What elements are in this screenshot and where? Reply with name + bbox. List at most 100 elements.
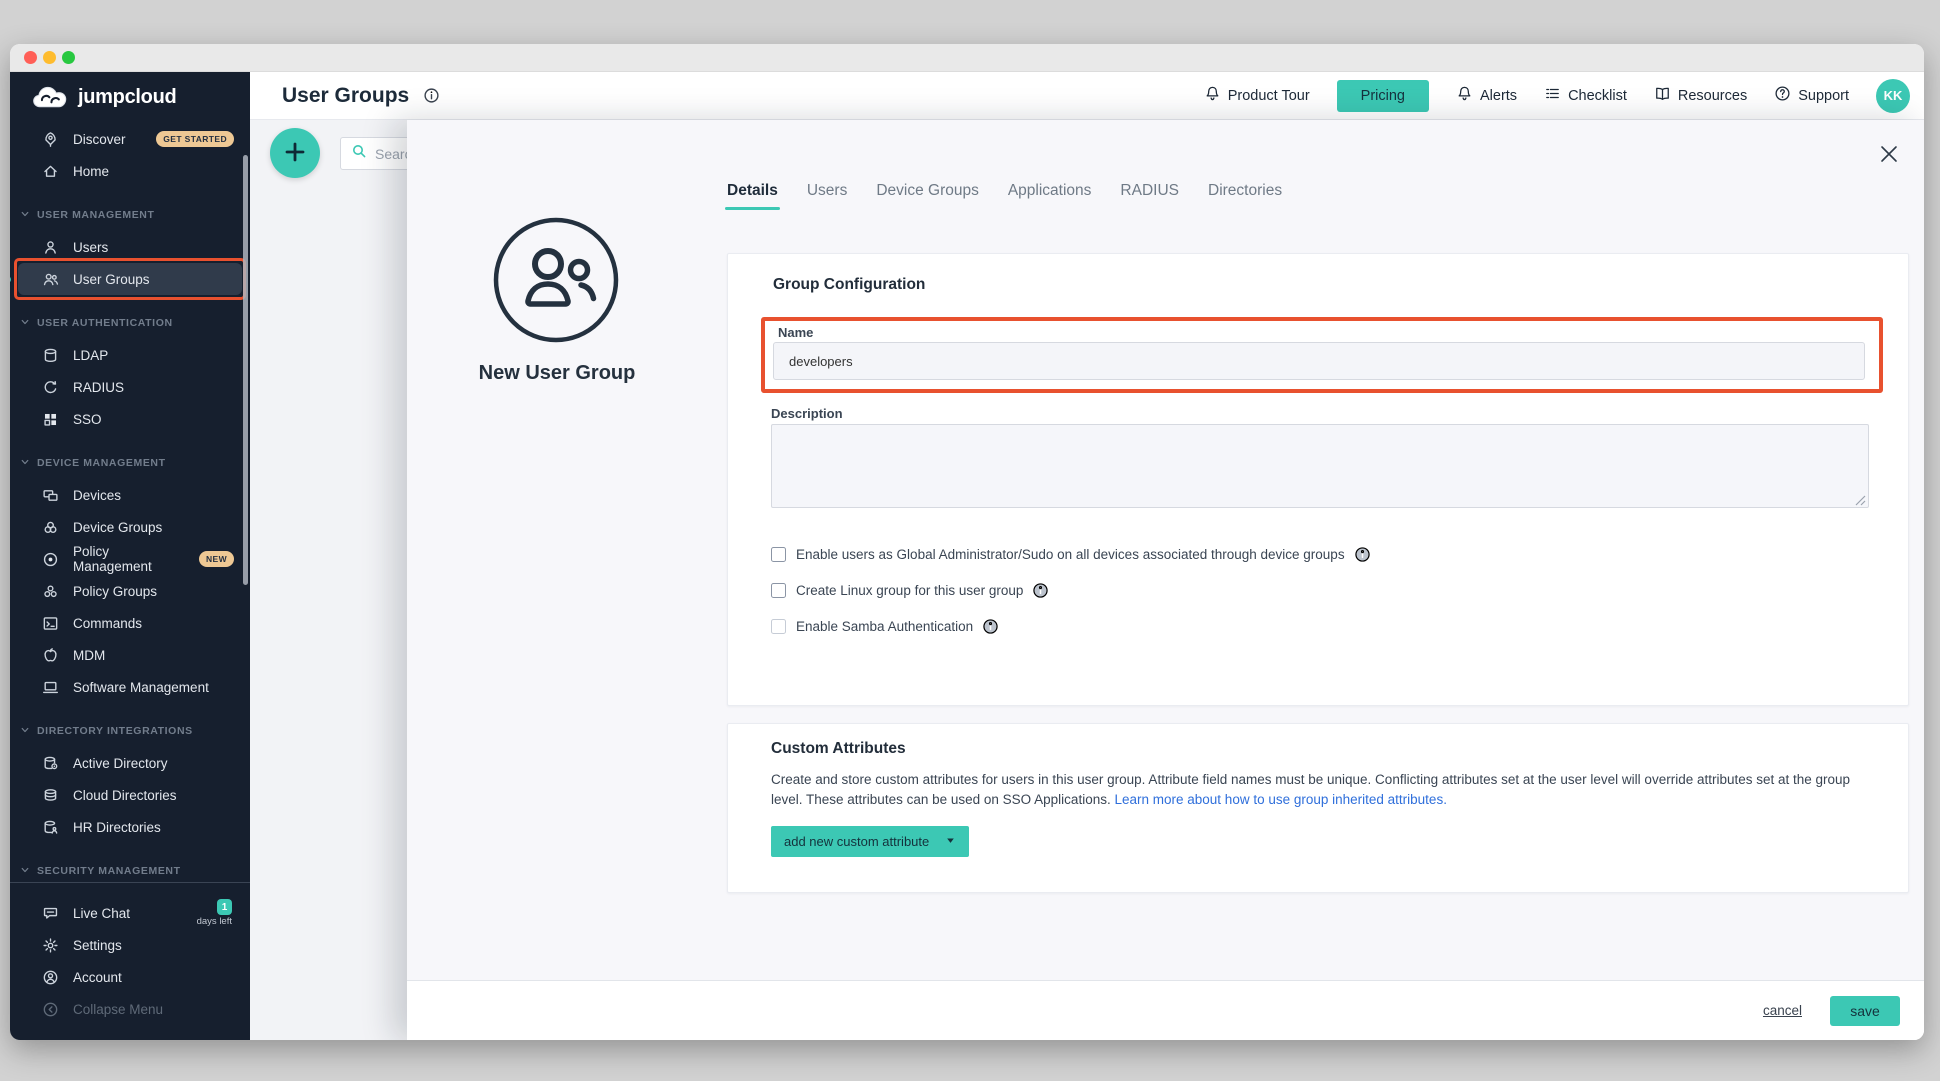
sso-icon — [42, 411, 59, 428]
close-x-glyph — [1878, 153, 1900, 168]
sidebar-item-label: Active Directory — [73, 756, 168, 771]
sidebar-item-device-groups[interactable]: Device Groups — [18, 511, 242, 543]
info-icon[interactable] — [1033, 583, 1048, 598]
window-close-button[interactable] — [24, 51, 37, 64]
chevron-down-icon — [945, 834, 956, 849]
header-action-label: Product Tour — [1228, 88, 1310, 104]
sidebar-item-mdm[interactable]: MDM — [18, 639, 242, 671]
checkbox-enable-users-as-global-administrator-sud[interactable] — [771, 547, 786, 562]
tab-details[interactable]: Details — [727, 182, 778, 210]
avatar[interactable]: KK — [1876, 79, 1910, 113]
sidebar-section-security-management[interactable]: SECURITY MANAGEMENT — [10, 855, 250, 882]
tab-users[interactable]: Users — [807, 182, 847, 210]
header-action-product-tour[interactable]: Product Tour — [1204, 85, 1310, 106]
page-info-icon[interactable] — [423, 87, 440, 104]
sidebar-item-label: HR Directories — [73, 820, 161, 835]
group-name-input[interactable] — [773, 342, 1865, 380]
sidebar-item-label: User Groups — [73, 272, 150, 287]
sidebar-item-label: Policy Management — [73, 544, 185, 574]
info-icon[interactable] — [1355, 547, 1370, 562]
checklist-icon — [1544, 85, 1561, 106]
users-icon — [42, 239, 59, 256]
support-icon — [1774, 85, 1791, 106]
days-left-caption: days left — [197, 916, 232, 927]
sidebar-section-label: DIRECTORY INTEGRATIONS — [37, 725, 193, 737]
sidebar-item-settings[interactable]: Settings — [18, 929, 242, 961]
learn-more-link[interactable]: Learn more about how to use group inheri… — [1114, 792, 1446, 807]
days-left-count-badge: 1 — [217, 899, 232, 915]
tab-applications[interactable]: Applications — [1008, 182, 1092, 210]
sidebar-item-account[interactable]: Account — [18, 961, 242, 993]
description-label: Description — [771, 406, 843, 421]
sidebar-item-label: Device Groups — [73, 520, 162, 535]
sidebar-section-user-authentication[interactable]: USER AUTHENTICATION — [10, 307, 250, 339]
badge-new: NEW — [199, 551, 234, 567]
custom-attributes-heading: Custom Attributes — [771, 740, 906, 758]
sidebar-scrollbar[interactable] — [243, 155, 248, 585]
sidebar-item-home[interactable]: Home — [18, 155, 242, 187]
sidebar-item-users[interactable]: Users — [18, 231, 242, 263]
sidebar-item-policy-groups[interactable]: Policy Groups — [18, 575, 242, 607]
group-description-textarea[interactable] — [771, 424, 1869, 508]
devices-icon — [42, 487, 59, 504]
settings-icon — [42, 937, 59, 954]
group-configuration-card: Group Configuration Name Description Ena… — [727, 253, 1909, 706]
header-action-resources[interactable]: Resources — [1654, 85, 1747, 106]
header-action-support[interactable]: Support — [1774, 85, 1849, 106]
sidebar-item-ldap[interactable]: LDAP — [18, 339, 242, 371]
sidebar-item-label: Collapse Menu — [73, 1002, 163, 1017]
add-user-group-button[interactable] — [270, 128, 320, 178]
radius-icon — [42, 379, 59, 396]
account-icon — [42, 969, 59, 986]
trial-days-left: 1days left — [197, 899, 232, 927]
sidebar-section-user-management[interactable]: USER MANAGEMENT — [10, 199, 250, 231]
tab-directories[interactable]: Directories — [1208, 182, 1282, 210]
sidebar-item-label: Policy Groups — [73, 584, 157, 599]
sidebar-section-directory-integrations[interactable]: DIRECTORY INTEGRATIONS — [10, 715, 250, 747]
sidebar-item-sso[interactable]: SSO — [18, 403, 242, 435]
sidebar-item-devices[interactable]: Devices — [18, 479, 242, 511]
sidebar-item-label: Commands — [73, 616, 142, 631]
sidebar-item-active-directory[interactable]: Active Directory — [18, 747, 242, 779]
sidebar-item-radius[interactable]: RADIUS — [18, 371, 242, 403]
tab-device-groups[interactable]: Device Groups — [876, 182, 979, 210]
sidebar-item-cloud-directories[interactable]: Cloud Directories — [18, 779, 242, 811]
checkbox-label: Enable Samba Authentication — [796, 619, 973, 634]
sidebar-item-live-chat[interactable]: Live Chat1days left — [18, 897, 242, 929]
sidebar-item-label: Users — [73, 240, 108, 255]
drawer-tabs: Details Users Device Groups Applications RAD… — [727, 182, 1282, 210]
sidebar-item-label: Settings — [73, 938, 122, 953]
active-indicator-dot — [10, 276, 11, 283]
sidebar-item-software-management[interactable]: Software Management — [18, 671, 242, 703]
header-action-alerts[interactable]: Alerts — [1456, 85, 1517, 106]
jumpcloud-logo[interactable]: jumpcloud — [10, 72, 250, 123]
checkbox-create-linux-group-for-this-user-group[interactable] — [771, 583, 786, 598]
sidebar-item-user-groups[interactable]: User Groups — [18, 263, 242, 295]
home-icon — [42, 163, 59, 180]
close-icon[interactable] — [1876, 142, 1902, 168]
cancel-button[interactable]: cancel — [1763, 1003, 1802, 1018]
sidebar-section-device-management[interactable]: DEVICE MANAGEMENT — [10, 447, 250, 479]
hr-directories-icon — [42, 819, 59, 836]
sidebar-item-discover[interactable]: DiscoverGET STARTED — [18, 123, 242, 155]
page-header: User Groups Product TourPricingAlertsChe… — [250, 72, 1924, 120]
header-action-checklist[interactable]: Checklist — [1544, 85, 1627, 106]
window-minimize-button[interactable] — [43, 51, 56, 64]
sidebar-section-label: SECURITY MANAGEMENT — [37, 865, 181, 877]
policy-management-icon — [42, 551, 59, 568]
sidebar-item-collapse-menu[interactable]: Collapse Menu — [18, 993, 242, 1025]
sidebar-item-hr-directories[interactable]: HR Directories — [18, 811, 242, 843]
window-zoom-button[interactable] — [62, 51, 75, 64]
pricing-button[interactable]: Pricing — [1337, 80, 1429, 112]
sidebar-item-commands[interactable]: Commands — [18, 607, 242, 639]
live-chat-icon — [42, 905, 59, 922]
resources-icon — [1654, 85, 1671, 106]
app-window: jumpcloud DiscoverGET STARTEDHome USER MA… — [10, 44, 1924, 1040]
tab-radius[interactable]: RADIUS — [1120, 182, 1179, 210]
sidebar-item-policy-management[interactable]: Policy Management NEW — [18, 543, 242, 575]
checkbox-enable-samba-authentication[interactable] — [771, 619, 786, 634]
add-custom-attribute-button[interactable]: add new custom attribute — [771, 826, 969, 857]
sidebar-item-label: SSO — [73, 412, 102, 427]
save-button[interactable]: save — [1830, 996, 1900, 1026]
info-icon[interactable] — [983, 619, 998, 634]
